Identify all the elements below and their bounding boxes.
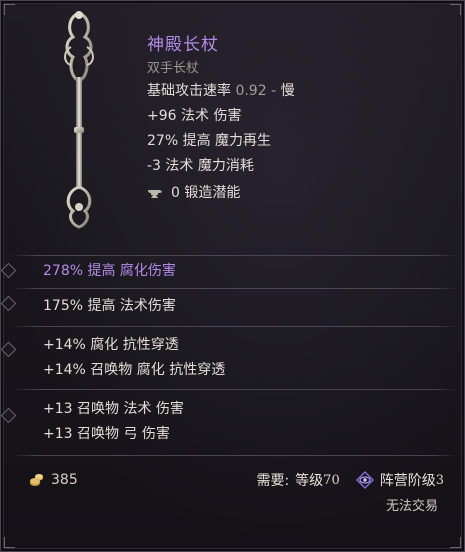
item-type: 双手长杖: [147, 61, 200, 76]
anvil-icon: [148, 189, 162, 198]
faction-eye-icon: [355, 471, 374, 489]
gold-coins-icon: [30, 474, 43, 486]
affix-line: +14% 腐化 抗性穿透: [43, 337, 179, 353]
divider: [11, 389, 458, 390]
divider-ornament: [0, 295, 17, 312]
frame-corner: [450, 4, 461, 15]
divider: [11, 455, 458, 456]
level-value: 70: [323, 472, 340, 488]
level-label: 等级: [295, 473, 324, 489]
staff-icon: [64, 11, 94, 229]
divider-ornament: [0, 407, 17, 424]
affix-line: 175% 提高 法术伤害: [43, 298, 176, 314]
spell-damage-stat: +96 法术 伤害: [147, 108, 242, 124]
mana-cost-stat: -3 法术 魔力消耗: [147, 158, 254, 174]
item-tooltip: 神殿长杖 双手长杖 基础攻击速率 0.92 - 慢 +96 法术 伤害 27% …: [0, 0, 465, 552]
affix-line: +13 召唤物 法术 伤害: [43, 401, 184, 417]
gold-amount: 385: [51, 472, 78, 488]
divider: [11, 255, 458, 256]
attack-speed-value: 0.92: [235, 83, 267, 99]
gold-value: 385: [29, 469, 78, 491]
faction-value: 3: [435, 472, 444, 488]
attack-speed-label: 基础攻击速率: [147, 83, 231, 99]
divider-ornament: [0, 262, 17, 279]
frame-corner: [4, 4, 15, 15]
item-name: 神殿长杖: [147, 35, 219, 55]
divider: [11, 288, 458, 289]
attack-speed-stat: 基础攻击速率 0.92 - 慢: [147, 79, 447, 104]
requirements: 需要: 等级 70 阵营阶级 3: [256, 469, 444, 491]
trade-status: 无法交易: [385, 499, 438, 514]
attack-speed-sep: -: [271, 83, 277, 99]
divider-ornament: [0, 341, 17, 358]
affix-line: +13 召唤物 弓 伤害: [43, 426, 170, 442]
faction-label: 阵营阶级: [379, 473, 436, 489]
affix-line: +14% 召唤物 腐化 抗性穿透: [43, 362, 226, 378]
forging-potential: 0 锻造潜能: [147, 181, 447, 206]
attack-speed-desc: 慢: [280, 83, 295, 99]
affix-line: 278% 提高 腐化伤害: [43, 263, 176, 279]
divider: [11, 326, 458, 327]
forging-potential-value: 0 锻造潜能: [171, 185, 241, 201]
requirement-label: 需要:: [256, 473, 290, 489]
frame-corner: [4, 537, 15, 548]
mana-regen-stat: 27% 提高 魔力再生: [147, 133, 272, 149]
item-header: 神殿长杖 双手长杖 基础攻击速率 0.92 - 慢 +96 法术 伤害 27% …: [147, 33, 447, 206]
frame-corner: [450, 537, 461, 548]
